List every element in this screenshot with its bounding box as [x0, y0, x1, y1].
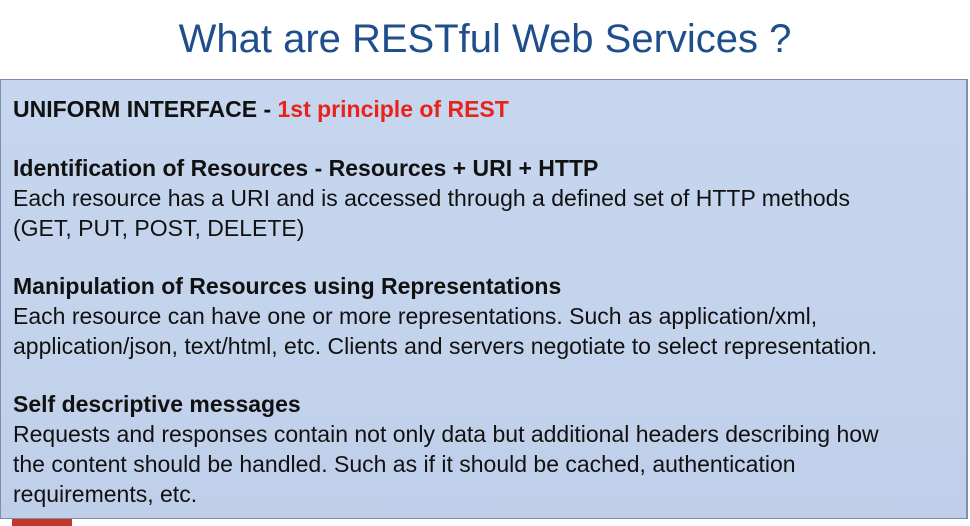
bottom-strip [0, 519, 970, 526]
principle-heading-highlight: 1st principle of REST [277, 96, 509, 122]
section-text-manipulation-1: Each resource can have one or more repre… [13, 303, 818, 329]
bottom-red-mark [12, 519, 72, 526]
section-text-self-descriptive-3: requirements, etc. [13, 481, 198, 507]
section-text-identification-2: (GET, PUT, POST, DELETE) [13, 215, 305, 241]
content-box: UNIFORM INTERFACE - 1st principle of RES… [0, 79, 968, 519]
section-text-self-descriptive-1: Requests and responses contain not only … [13, 421, 879, 447]
section-heading-identification: Identification of Resources - Resources … [13, 155, 599, 181]
section-text-identification-1: Each resource has a URI and is accessed … [13, 185, 850, 211]
principle-heading-main: UNIFORM INTERFACE - [13, 96, 278, 122]
section-heading-manipulation: Manipulation of Resources using Represen… [13, 273, 562, 299]
slide-title: What are RESTful Web Services ? [178, 17, 792, 61]
principle-heading: UNIFORM INTERFACE - 1st principle of RES… [13, 94, 509, 124]
section-text-manipulation-2: application/json, text/html, etc. Client… [13, 333, 878, 359]
section-heading-self-descriptive: Self descriptive messages [13, 391, 301, 417]
section-text-self-descriptive-2: the content should be handled. Such as i… [13, 451, 796, 477]
